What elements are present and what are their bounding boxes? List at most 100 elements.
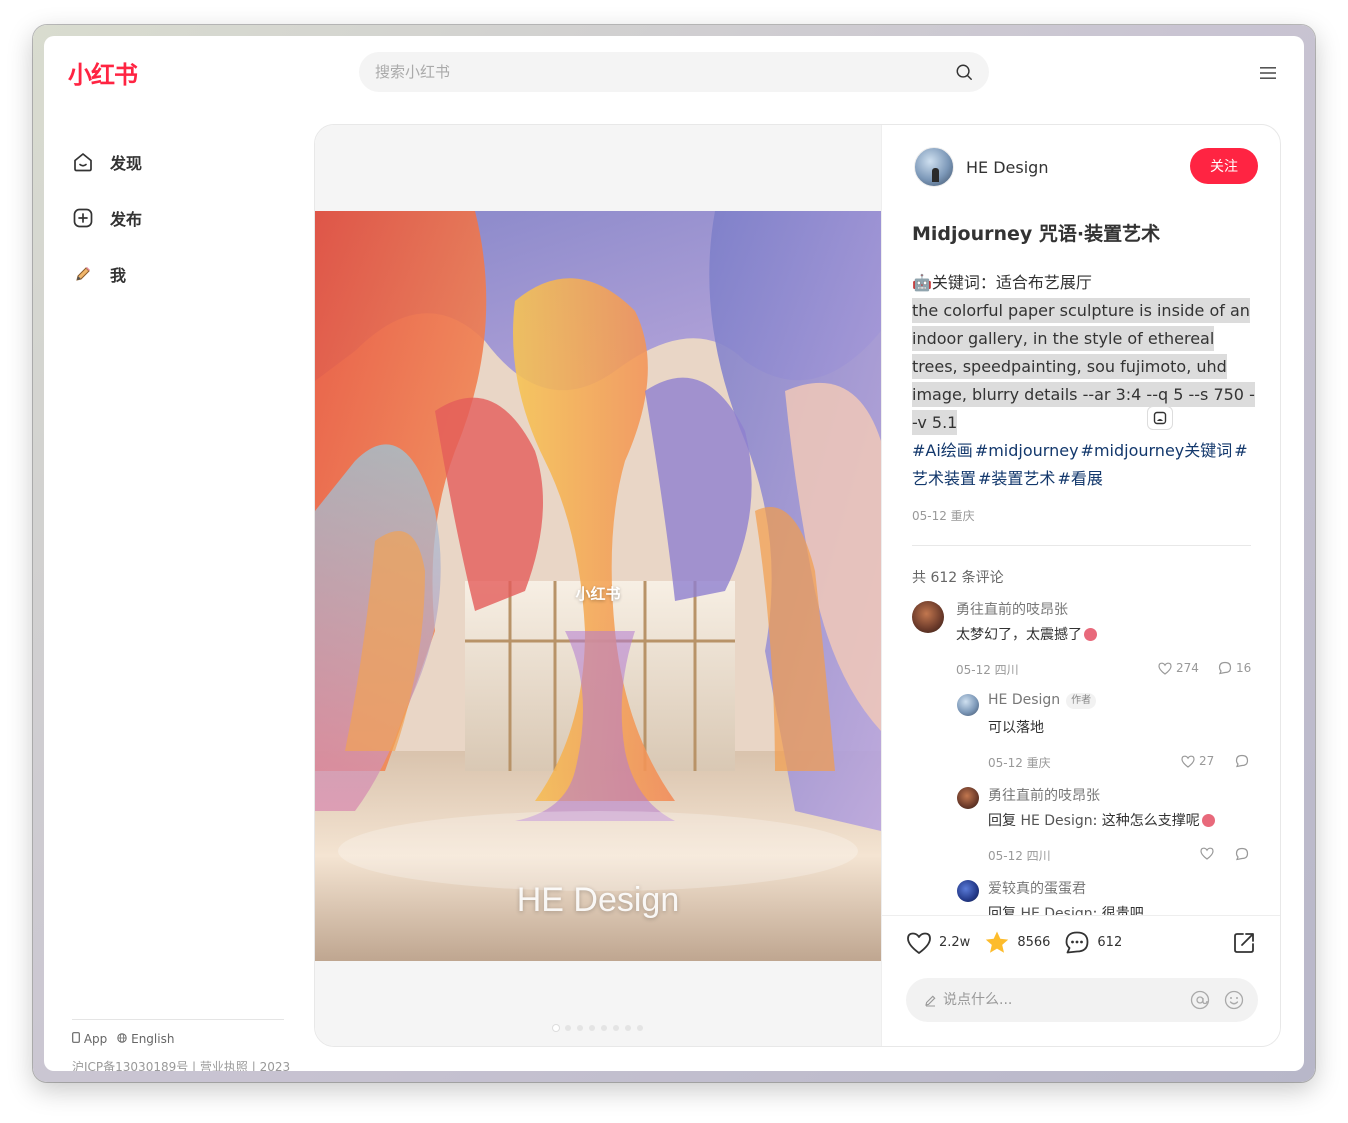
divider — [912, 545, 1251, 546]
carousel-dots[interactable] — [315, 1025, 881, 1031]
commenter-avatar[interactable] — [912, 601, 944, 633]
sidebar-item-me[interactable]: 我 — [72, 246, 292, 302]
menu-icon[interactable] — [1260, 66, 1276, 80]
comment-reply-button[interactable]: 16 — [1218, 661, 1251, 675]
commenter-avatar[interactable] — [957, 880, 979, 902]
prompt-text: the colorful paper sculpture is inside o… — [912, 298, 1255, 435]
comment-input-box[interactable] — [906, 978, 1258, 1022]
comment-text: 回复 HE Design: 很贵吧 — [988, 903, 1144, 915]
plus-square-icon — [72, 207, 94, 229]
author-badge: 作者 — [1066, 693, 1097, 709]
comment-text: 太梦幻了，太震撼了 — [956, 624, 1097, 644]
comment-reply-button[interactable] — [1235, 847, 1249, 861]
like-count: 274 — [1176, 661, 1199, 675]
like-count: 27 — [1199, 754, 1215, 768]
sidebar-item-discover[interactable]: 发现 — [72, 134, 292, 190]
commenter-avatar[interactable] — [957, 694, 979, 716]
commenter-name[interactable]: HE Design 作者 — [988, 692, 1097, 709]
carousel-dot[interactable] — [589, 1025, 595, 1031]
commenter-name[interactable]: 勇往直前的吱昂张 — [988, 785, 1100, 805]
note-description: 🤖关键词：适合布艺展厅 the colorful paper sculpture… — [912, 269, 1257, 437]
comment-like-button[interactable] — [1200, 847, 1214, 860]
reply-count: 16 — [1236, 661, 1252, 675]
xiaohongshu-logo[interactable]: 小红书 — [68, 55, 138, 90]
hashtag-link[interactable]: #Ai绘画 — [912, 441, 973, 460]
language-link[interactable]: English — [117, 1032, 174, 1046]
comment-text: 回复 HE Design: 这种怎么支撑呢 — [988, 810, 1215, 830]
globe-icon — [117, 1033, 127, 1043]
reply-icon — [1235, 847, 1249, 861]
sidebar-nav: 发现 发布 我 — [72, 134, 292, 302]
comment-text: 可以落地 — [988, 720, 1044, 736]
mention-icon[interactable] — [1190, 990, 1210, 1010]
search-bar[interactable] — [359, 52, 989, 92]
carousel-dot[interactable] — [637, 1025, 643, 1031]
pencil-icon — [925, 995, 936, 1006]
emoji-icon — [1084, 628, 1097, 641]
heart-icon — [907, 932, 931, 954]
note-title: Midjourney 咒语·装置艺术 — [912, 223, 1161, 245]
app-link[interactable]: App — [72, 1032, 107, 1046]
sidebar-footer: App English 沪ICP备13030189号 | 营业执照 | 2023 — [72, 1019, 290, 1071]
heart-icon — [1158, 662, 1172, 675]
note-date-location: 05-12 重庆 — [912, 509, 975, 523]
sidebar-item-publish[interactable]: 发布 — [72, 190, 292, 246]
copy-icon[interactable] — [1147, 406, 1173, 430]
comment-button[interactable]: 612 — [1064, 930, 1122, 955]
follow-button[interactable]: 关注 — [1190, 148, 1258, 184]
carousel-dot[interactable] — [577, 1025, 583, 1031]
carousel-dot[interactable] — [553, 1025, 559, 1031]
reply-target[interactable]: HE Design — [1020, 906, 1092, 915]
star-icon — [986, 931, 1009, 953]
hashtag-list: #Ai绘画 #midjourney #midjourney关键词 #艺术装置 #装置艺术… — [912, 437, 1257, 493]
heart-icon — [1181, 755, 1195, 768]
carousel-dot[interactable] — [613, 1025, 619, 1031]
comment-reply-button[interactable] — [1235, 754, 1249, 768]
search-input[interactable] — [375, 63, 955, 81]
search-icon[interactable] — [955, 63, 973, 81]
carousel-dot[interactable] — [565, 1025, 571, 1031]
comment-like-button[interactable]: 27 — [1181, 754, 1214, 768]
commenter-name[interactable]: 爱较真的蛋蛋君 — [988, 878, 1086, 898]
comment-input[interactable] — [943, 992, 1176, 1008]
hashtag-link[interactable]: #看展 — [1057, 469, 1102, 488]
hashtag-link[interactable]: #midjourney关键词 — [1081, 441, 1233, 460]
commenter-avatar[interactable] — [957, 787, 979, 809]
comment-count: 共 612 条评论 — [912, 570, 1004, 586]
share-icon[interactable] — [1232, 931, 1256, 955]
media-carousel[interactable]: 小红书 HE Design — [315, 125, 881, 1046]
app-label: App — [83, 1032, 108, 1046]
author-name[interactable]: HE Design — [966, 158, 1048, 177]
collect-button[interactable]: 8566 — [984, 930, 1050, 955]
hashtag-link[interactable]: #midjourney — [975, 441, 1079, 460]
note-image[interactable]: 小红书 HE Design — [315, 211, 881, 961]
keyword-line: 🤖关键词：适合布艺展厅 — [912, 273, 1092, 292]
carousel-dot[interactable] — [601, 1025, 607, 1031]
reply-target[interactable]: HE Design — [1020, 813, 1092, 829]
watermark-text: 小红书 — [575, 585, 621, 603]
reply-icon — [1218, 661, 1232, 675]
emoji-icon[interactable] — [1224, 990, 1244, 1010]
like-button[interactable]: 2.2w — [906, 931, 970, 955]
emoji-icon — [1201, 814, 1215, 827]
phone-icon — [72, 1032, 80, 1043]
comment-icon — [1066, 931, 1089, 954]
pencil-avatar-icon — [72, 263, 94, 285]
commenter-name[interactable]: 勇往直前的吱昂张 — [956, 599, 1068, 619]
note-scroll-area[interactable]: Midjourney 咒语·装置艺术 🤖关键词：适合布艺展厅 the color… — [882, 213, 1280, 915]
note-detail-card: 小红书 HE Design HE Design 关注 Midjourney 咒语… — [314, 124, 1281, 1047]
hashtag-link[interactable]: #装置艺术 — [978, 469, 1055, 488]
sidebar-item-label: 发现 — [110, 154, 143, 173]
author-info[interactable]: HE Design — [914, 147, 1048, 187]
carousel-dot[interactable] — [625, 1025, 631, 1031]
icp-text[interactable]: 沪ICP备13030189号 | 营业执照 | 2023 — [72, 1058, 290, 1071]
avatar[interactable] — [914, 147, 954, 187]
comment-like-button[interactable]: 274 — [1158, 661, 1199, 675]
note-info-panel: HE Design 关注 Midjourney 咒语·装置艺术 🤖关键词：适合布… — [881, 125, 1280, 1046]
language-label: English — [131, 1032, 175, 1046]
reply-icon — [1235, 754, 1249, 768]
collect-count: 8566 — [1017, 935, 1051, 950]
comment-date: 05-12 四川 — [956, 663, 1019, 677]
like-count: 2.2w — [939, 935, 971, 950]
comment-date: 05-12 重庆 — [988, 756, 1051, 770]
